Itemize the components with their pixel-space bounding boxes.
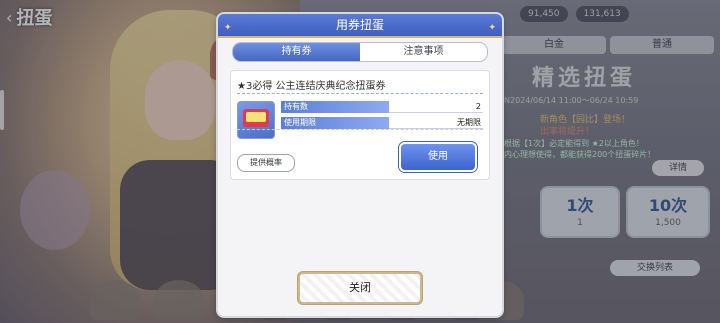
- ticket-icon-label: [246, 112, 266, 122]
- owned-count-label: 持有数: [281, 101, 389, 113]
- ticket-divider-lower: [237, 129, 483, 130]
- ticket-card: ★3必得 公主连结庆典纪念扭蛋券 持有数 2 使用期限 无期限 提供概率 使用: [230, 70, 490, 180]
- ticket-name: ★3必得 公主连结庆典纪念扭蛋券: [237, 81, 386, 92]
- dialog-title: 用券扭蛋: [335, 18, 384, 32]
- dialog-tabs: 持有券 注意事项: [232, 42, 488, 62]
- dialog-header: ✦ 用券扭蛋 ✦: [218, 14, 502, 38]
- owned-count-value: 2: [475, 102, 481, 111]
- ticket-gacha-dialog: ✦ 用券扭蛋 ✦ 持有券 注意事项 ★3必得 公主连结庆典纪念扭蛋券 持有数 2…: [218, 14, 502, 316]
- expiry-value: 无期限: [457, 118, 481, 127]
- expiry-label: 使用期限: [281, 117, 389, 129]
- ticket-icon: [237, 101, 275, 139]
- use-ticket-button[interactable]: 使用: [399, 142, 477, 172]
- expiry-row: 使用期限 无期限: [281, 117, 483, 129]
- row-underline: [389, 112, 483, 113]
- ticket-divider: [237, 93, 483, 94]
- owned-count-row: 持有数 2: [281, 101, 483, 113]
- tab-notes[interactable]: 注意事项: [360, 43, 487, 61]
- close-button[interactable]: 关闭: [298, 272, 422, 304]
- drop-rate-button[interactable]: 提供概率: [237, 154, 295, 172]
- star-icon-left: ✦: [224, 23, 232, 33]
- tab-owned-tickets[interactable]: 持有券: [233, 43, 360, 61]
- star-icon-right: ✦: [488, 23, 496, 33]
